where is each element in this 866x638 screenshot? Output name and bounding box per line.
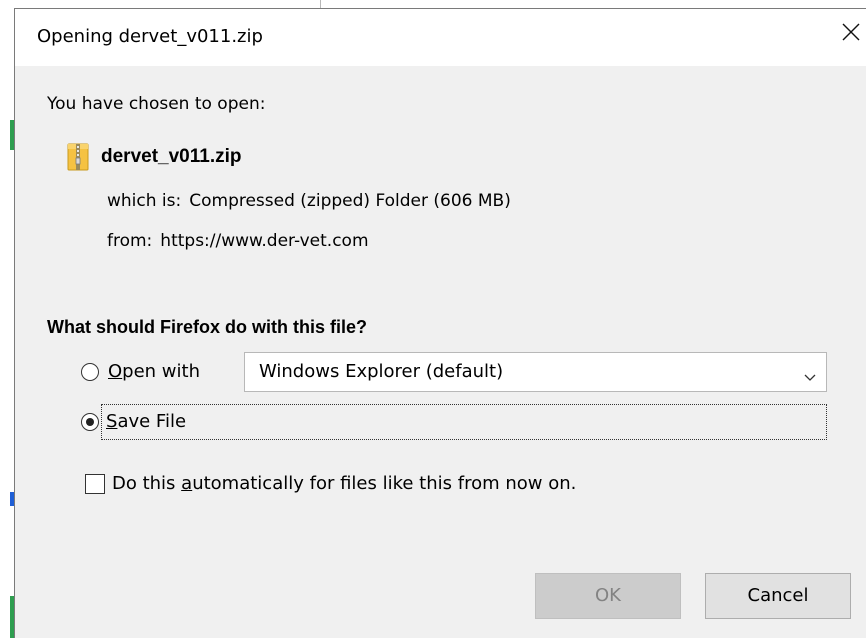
dialog-title: Opening dervet_v011.zip [37,26,263,47]
open-with-app-select[interactable]: Windows Explorer (default) [244,352,827,392]
save-file-label[interactable]: Save File [106,410,186,434]
file-source-row: from: https://www.der-vet.com [107,229,369,253]
file-type-row: which is: Compressed (zipped) Folder (606… [107,189,511,213]
save-file-radio[interactable] [81,413,99,431]
download-dialog: Opening dervet_v011.zip You have chosen … [14,8,866,638]
auto-action-text-after: utomatically for files like this from no… [192,473,577,494]
auto-action-text-before: Do this [112,473,182,494]
file-name: dervet_v011.zip [101,146,242,167]
ok-button[interactable]: OK [535,573,681,619]
close-icon [842,23,860,41]
file-type-label: which is: [107,191,182,211]
file-source-label: from: [107,231,153,251]
close-button[interactable] [820,9,866,66]
auto-action-label[interactable]: Do this automatically for files like thi… [112,472,576,496]
intro-text: You have chosen to open: [47,94,266,114]
save-file-label-rest: ave File [117,411,187,432]
save-file-mnemonic: S [106,411,118,432]
file-source-value: https://www.der-vet.com [160,231,369,251]
open-with-radio[interactable] [81,363,99,381]
file-type-value: Compressed (zipped) Folder (606 MB) [189,191,511,211]
save-file-focus-outline [101,404,827,440]
open-with-mnemonic: O [108,361,123,382]
file-info: dervet_v011.zip [67,142,241,172]
open-with-app-value: Windows Explorer (default) [259,361,504,382]
open-with-label[interactable]: Open with [108,360,200,384]
cancel-button[interactable]: Cancel [705,573,851,619]
zip-folder-icon [67,143,89,171]
auto-action-mnemonic: a [181,473,193,494]
open-with-label-rest: pen with [122,361,200,382]
auto-action-checkbox[interactable] [85,474,105,494]
radio-selected-dot [86,418,94,426]
chevron-down-icon [804,367,816,386]
action-question: What should Firefox do with this file? [47,317,367,337]
dialog-titlebar[interactable]: Opening dervet_v011.zip [15,9,866,66]
background-window-edge [0,0,14,638]
